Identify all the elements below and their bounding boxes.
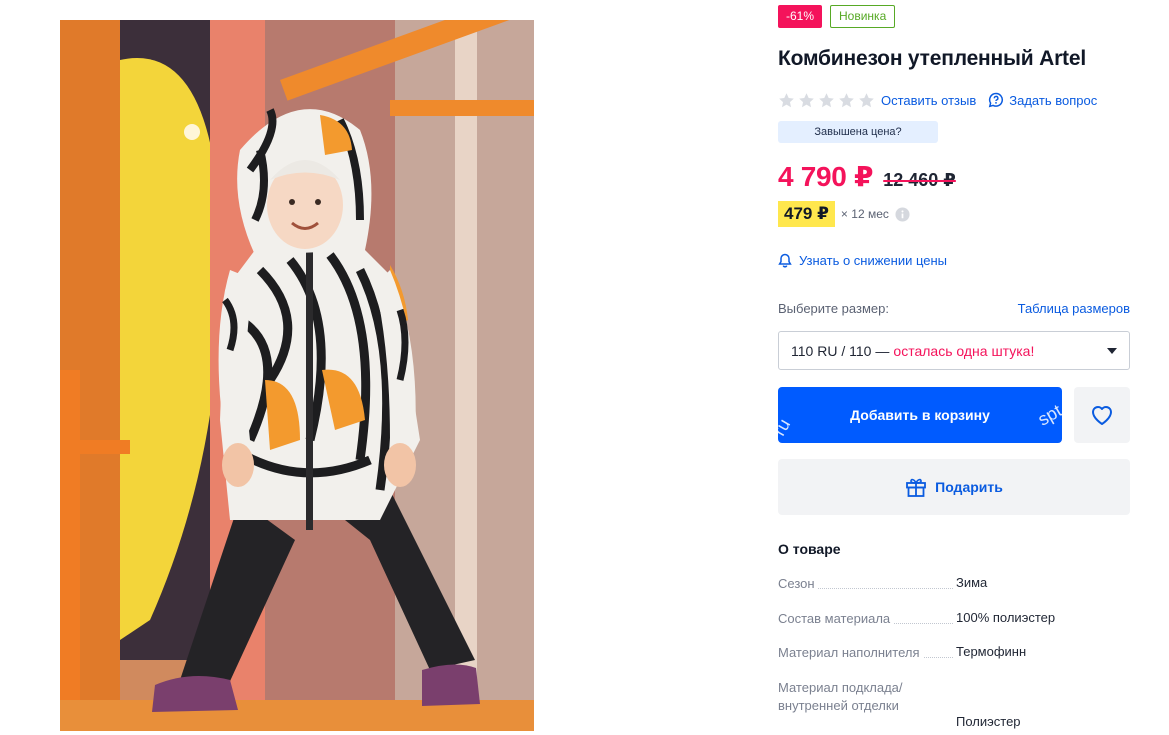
rating-row: Оставить отзыв Задать вопрос [778,91,1097,109]
spec-value: Термофинн [956,644,1027,659]
star-icon [839,92,854,107]
new-badge: Новинка [830,5,896,28]
add-to-cart-button[interactable]: Добавить в корзину ru spt [778,387,1062,443]
chevron-down-icon [1107,347,1117,354]
question-bubble-icon [989,92,1004,108]
leave-review-link[interactable]: Оставить отзыв [881,93,976,108]
product-title: Комбинезон утепленный Artel [778,47,1086,70]
heart-icon [1092,406,1112,425]
product-image [60,20,534,731]
spec-leader [818,588,953,589]
size-header: Выберите размер: Таблица размеров [778,301,1130,316]
size-select[interactable]: 110 RU / 110 — осталась одна штука! [778,331,1130,370]
rating-stars[interactable] [778,92,875,109]
ask-question-link[interactable]: Задать вопрос [988,92,1097,108]
price-row: 4 790 ₽ 12 460 ₽ [778,160,956,193]
add-to-cart-label: Добавить в корзину [850,407,990,423]
discount-badge: -61% [778,5,823,28]
spec-value: 100% полиэстер [956,610,1056,625]
star-icon [819,92,834,107]
size-separator: — [875,342,890,359]
gift-button[interactable]: Подарить [778,459,1130,515]
spec-name: Состав материала [778,610,894,628]
spec-name: Материал наполнителя [778,644,923,662]
price-alert-label: Узнать о снижении цены [799,252,948,268]
old-price: 12 460 ₽ [883,170,956,190]
gift-label: Подарить [935,479,1003,495]
installment-amount: 479 ₽ [778,201,835,227]
cart-watermark-left: ru [778,415,795,440]
star-icon [799,92,814,107]
spec-name: Сезон [778,575,818,593]
about-title: О товаре [778,541,841,557]
favorite-button[interactable] [1074,387,1130,443]
cart-watermark-right: spt [1034,400,1062,430]
size-stock-note: осталась одна штука! [893,342,1035,359]
gift-icon [906,478,927,497]
size-table-link[interactable]: Таблица размеров [1018,301,1130,316]
spec-value: Полиэстер [956,714,1021,729]
product-page: -61% Новинка Комбинезон утепленный Artel… [0,0,1169,735]
current-price: 4 790 ₽ [778,161,874,192]
price-alert-link[interactable]: Узнать о снижении цены [778,251,947,269]
installment-term: × 12 мес [840,207,889,221]
overpriced-button[interactable]: Завышена цена? [778,121,938,143]
star-icon [859,92,874,107]
star-icon [779,92,794,107]
product-badges: -61% Новинка [778,5,896,28]
size-label: Выберите размер: [778,301,889,316]
size-selected-value: 110 RU / 110 [791,342,872,359]
installment-row[interactable]: 479 ₽ × 12 мес [778,201,910,227]
ask-question-label: Задать вопрос [1009,92,1098,108]
product-photo[interactable] [60,20,534,731]
bell-icon [778,253,792,268]
spec-name: Материал подклада/внутренней отделки [778,680,903,713]
spec-value: Зима [956,575,988,590]
info-icon[interactable] [895,206,910,222]
